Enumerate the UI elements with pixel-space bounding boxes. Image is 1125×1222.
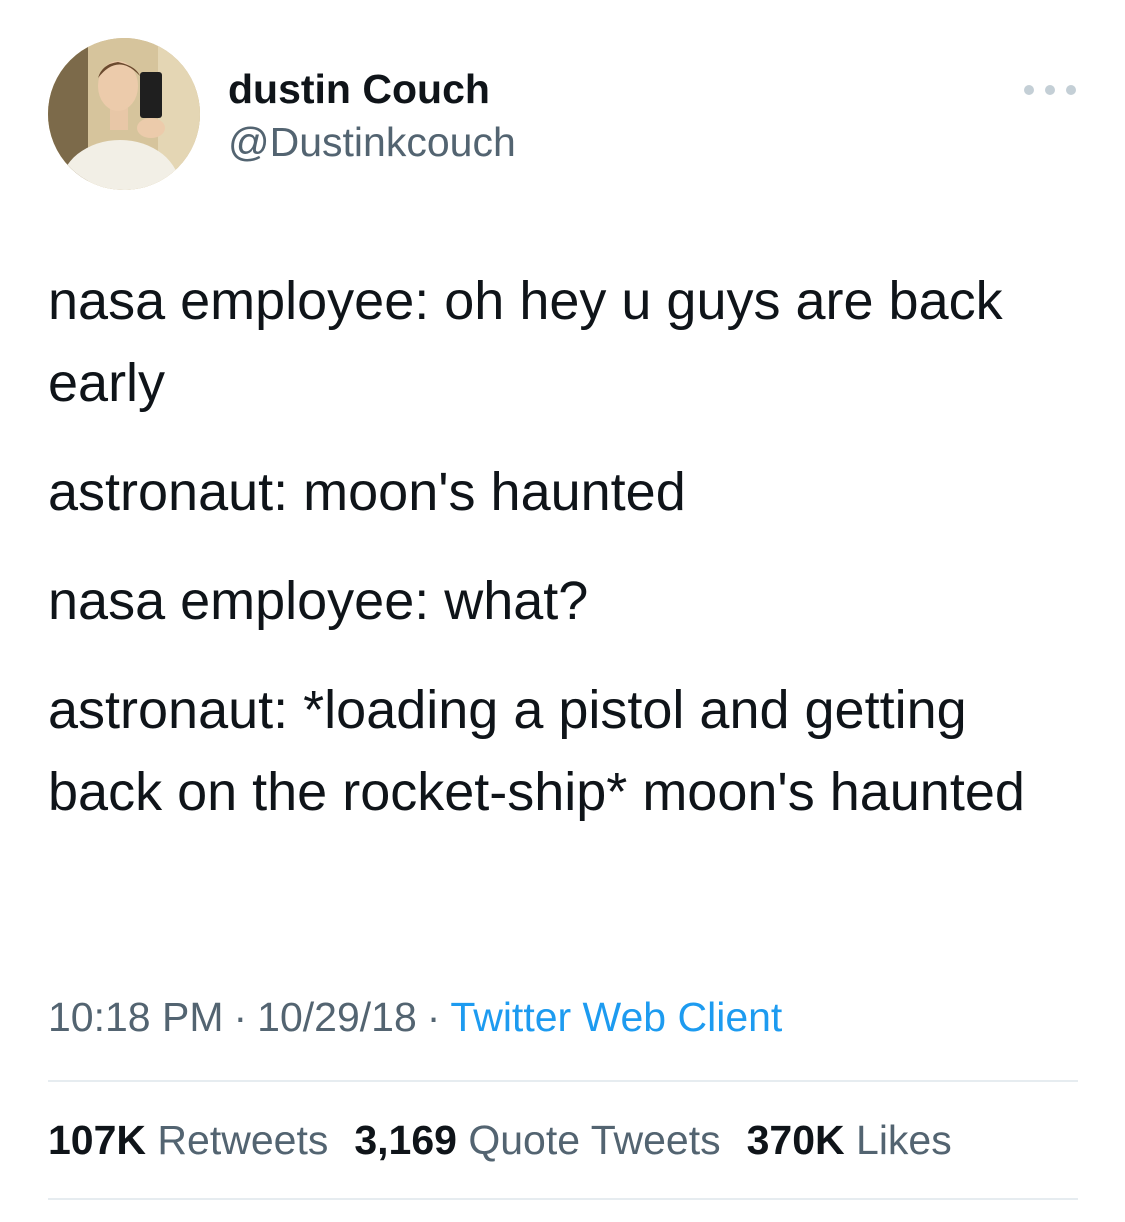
avatar[interactable] [48, 38, 200, 190]
more-horizontal-icon[interactable] [1024, 76, 1076, 104]
tweet-time[interactable]: 10:18 PM [48, 994, 224, 1040]
divider [48, 1080, 1078, 1082]
tweet-source-link[interactable]: Twitter Web Client [450, 994, 782, 1040]
quote-tweets-label: Quote Tweets [468, 1117, 721, 1163]
tweet-meta: 10:18 PM · 10/29/18 · Twitter Web Client [48, 992, 782, 1042]
author-handle[interactable]: @Dustinkcouch [228, 117, 516, 167]
likes-label: Likes [856, 1117, 952, 1163]
avatar-image [48, 38, 200, 190]
retweets-label: Retweets [157, 1117, 329, 1163]
tweet-paragraph: astronaut: moon's haunted [48, 462, 686, 522]
more-dot [1024, 85, 1034, 95]
quote-tweets-count: 3,169 [354, 1117, 457, 1163]
engagement-stats: 107K Retweets 3,169 Quote Tweets 370K Li… [48, 1115, 952, 1165]
meta-separator: · [426, 994, 441, 1040]
meta-separator: · [233, 994, 248, 1040]
more-dot [1045, 85, 1055, 95]
author-display-name[interactable]: dustin Couch [228, 64, 490, 114]
more-dot [1066, 85, 1076, 95]
tweet-text: nasa employee: oh hey u guys are back ea… [48, 260, 1088, 860]
divider [48, 1198, 1078, 1200]
tweet-paragraph: nasa employee: oh hey u guys are back ea… [48, 271, 1003, 413]
likes-stat[interactable]: 370K Likes [747, 1115, 952, 1165]
retweets-count: 107K [48, 1117, 147, 1163]
tweet-paragraph: nasa employee: what? [48, 571, 589, 631]
tweet-date[interactable]: 10/29/18 [257, 994, 417, 1040]
retweets-stat[interactable]: 107K Retweets [48, 1115, 328, 1165]
likes-count: 370K [746, 1117, 845, 1163]
tweet-paragraph: astronaut: *loading a pistol and getting… [48, 680, 1025, 822]
quote-tweets-stat[interactable]: 3,169 Quote Tweets [354, 1115, 720, 1165]
